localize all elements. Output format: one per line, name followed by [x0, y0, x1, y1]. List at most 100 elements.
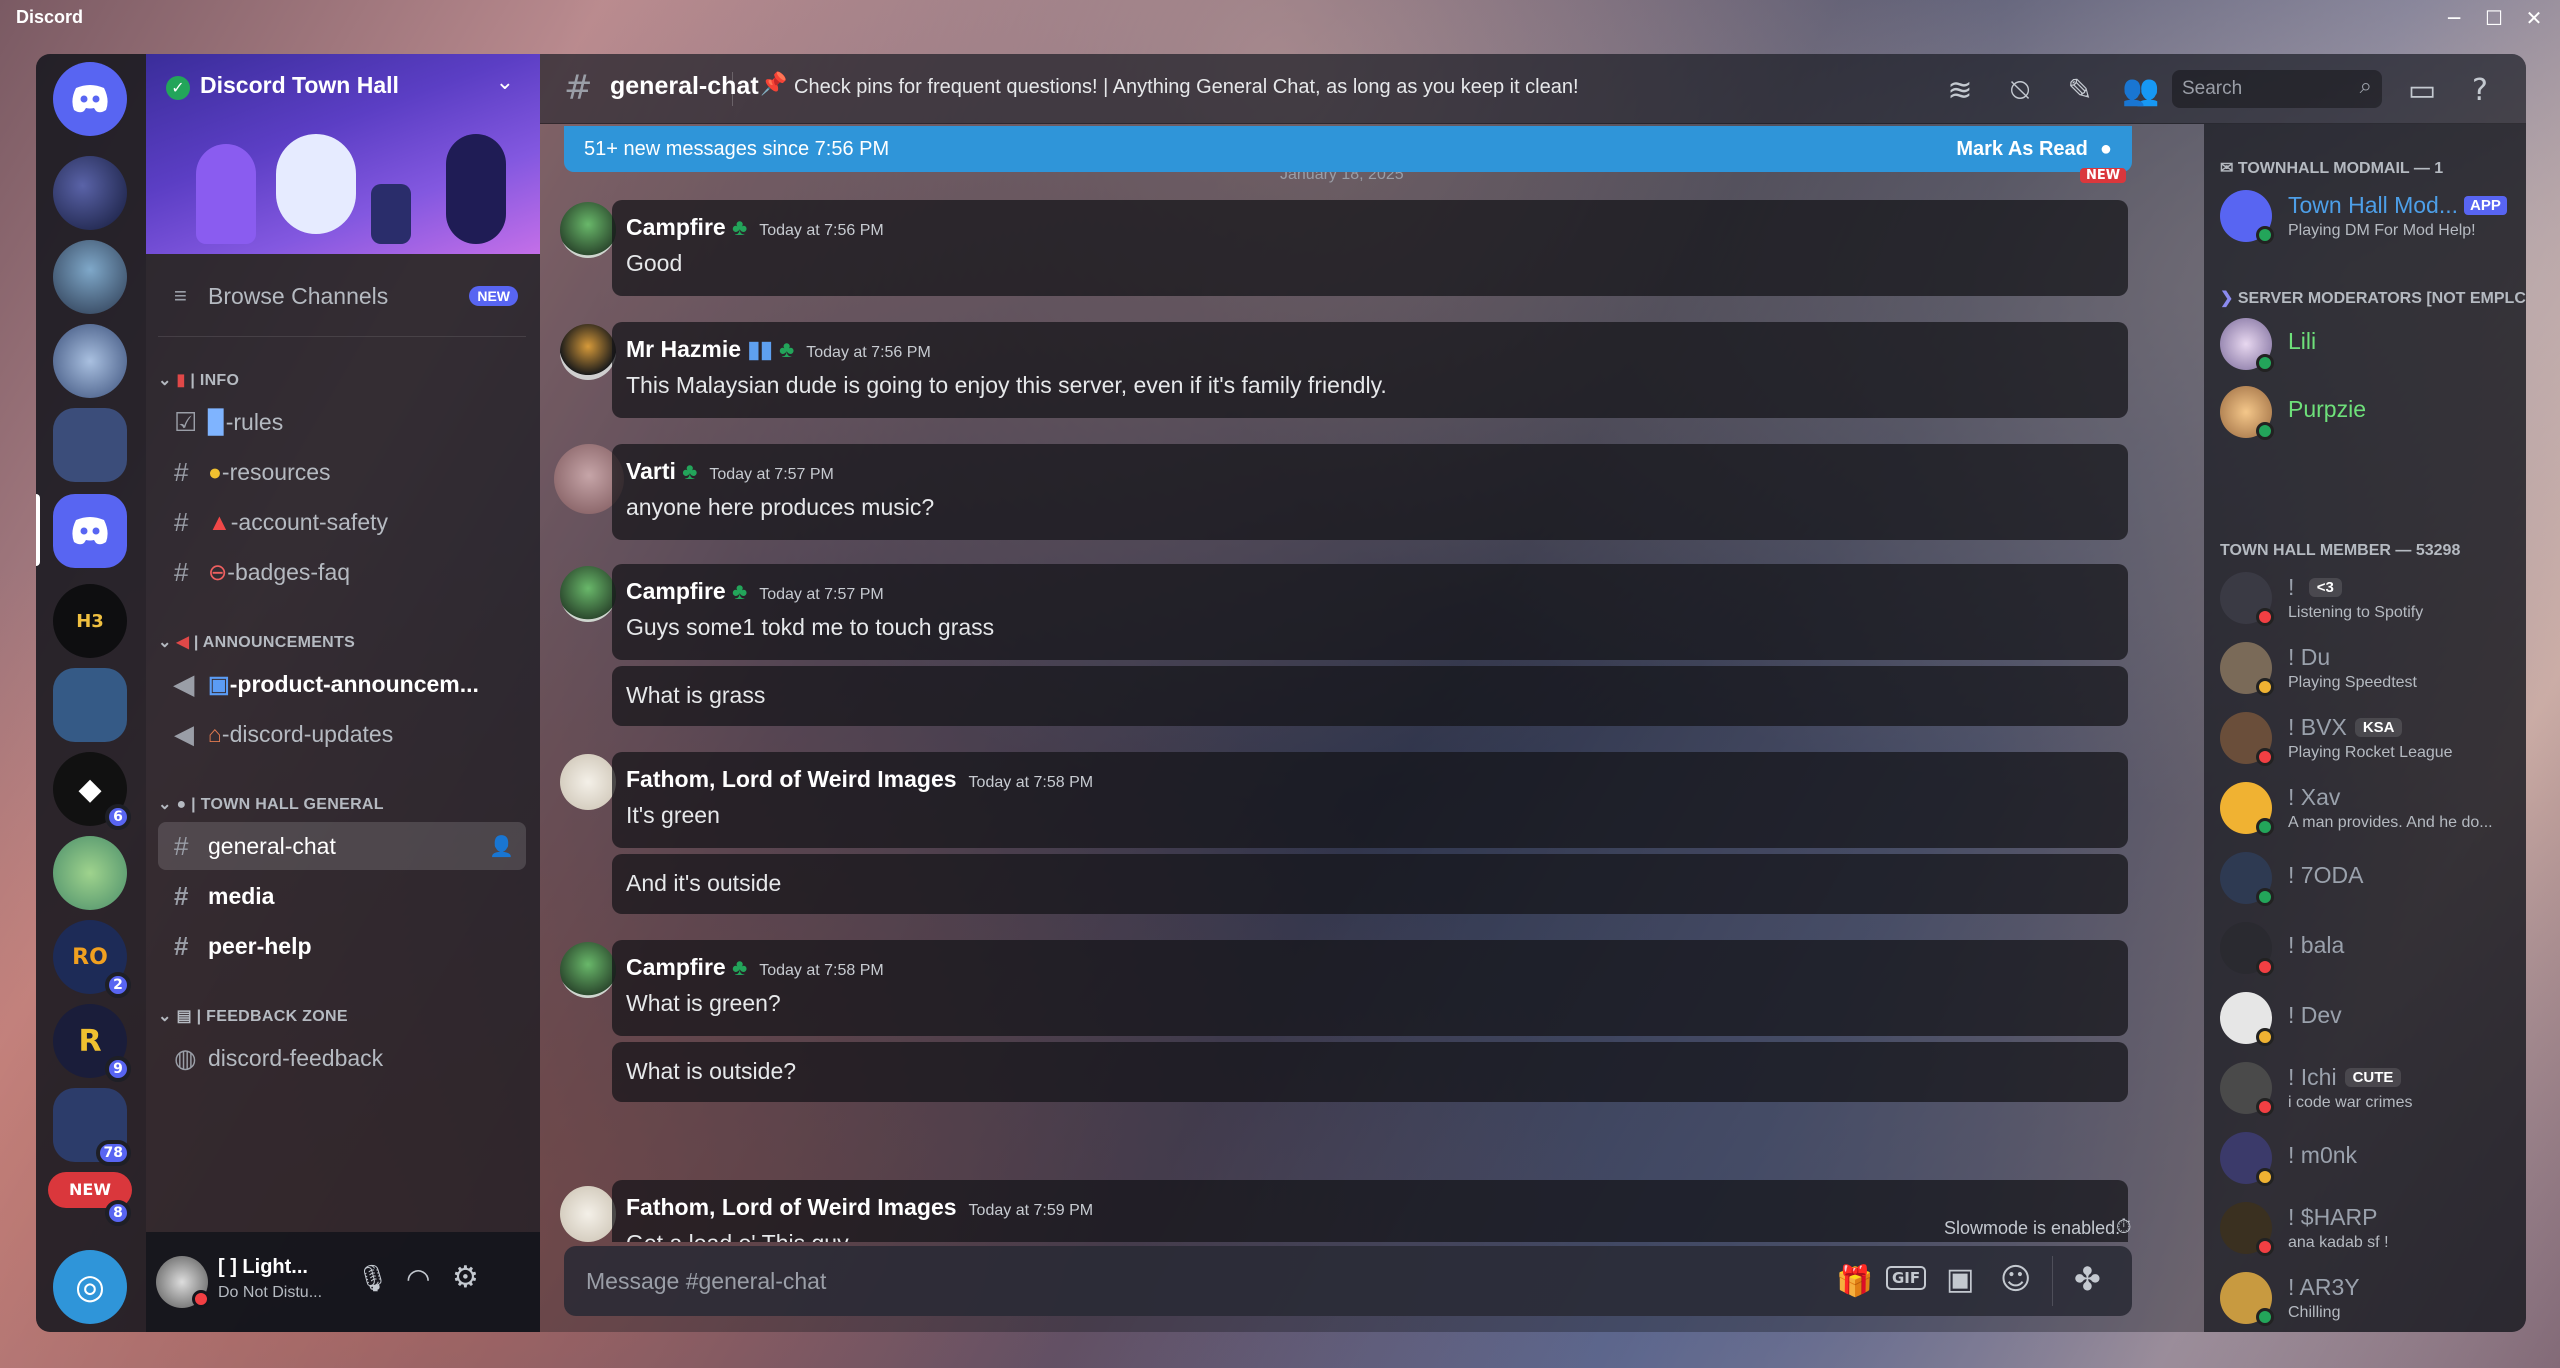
- member-list-icon[interactable]: 👥: [2122, 73, 2159, 109]
- apps-icon[interactable]: ✤: [2074, 1260, 2101, 1298]
- gif-icon[interactable]: GIF: [1886, 1266, 1927, 1290]
- browse-channels-button[interactable]: ≡ Browse Channels NEW: [158, 272, 526, 320]
- message-timestamp: Today at 7:58 PM: [968, 774, 1094, 791]
- help-icon[interactable]: ?: [2462, 73, 2498, 109]
- avatar[interactable]: [560, 566, 616, 622]
- member-item[interactable]: ! <3 Listening to Spotify: [2220, 568, 2520, 630]
- member-item[interactable]: Town Hall Mod... APP Playing DM For Mod H…: [2220, 186, 2520, 248]
- flag-icon: ▮▮: [747, 336, 773, 362]
- minimize-icon[interactable]: ─: [2432, 2, 2476, 34]
- message: What is outside?: [612, 1042, 2128, 1102]
- maximize-icon[interactable]: ☐: [2472, 2, 2516, 34]
- gift-icon[interactable]: 🎁: [1836, 1264, 1873, 1299]
- message-author[interactable]: Fathom, Lord of Weird Images Today at 7:5…: [626, 766, 1093, 793]
- member-item[interactable]: ! AR3Y Chilling: [2220, 1268, 2520, 1330]
- headphones-icon[interactable]: ◠: [406, 1262, 430, 1295]
- member-item[interactable]: Purpzie: [2220, 382, 2520, 444]
- category-info[interactable]: ⌄ ▮ | INFO: [158, 370, 239, 390]
- channel-rules[interactable]: ☑ ▉ -rules: [158, 398, 526, 446]
- channel-discord-feedback[interactable]: ◍ discord-feedback: [158, 1034, 526, 1082]
- channel-product-announcements[interactable]: ◀ ▣ -product-announcem...: [158, 660, 526, 708]
- server-icon[interactable]: RO 2: [53, 920, 131, 998]
- server-folder[interactable]: [53, 668, 127, 742]
- category-town-hall-general[interactable]: ⌄ ● | TOWN HALL GENERAL: [158, 794, 384, 814]
- message-author[interactable]: Campfire ♣ Today at 7:56 PM: [626, 214, 884, 241]
- channel-badges-faq[interactable]: # ⊖ -badges-faq: [158, 548, 526, 596]
- member-category: ❯ SERVER MODERATORS [NOT EMPLC: [2220, 288, 2526, 308]
- message-author[interactable]: Campfire ♣ Today at 7:57 PM: [626, 578, 884, 605]
- server-discord-town-hall[interactable]: [53, 494, 127, 568]
- gear-icon[interactable]: ⚙: [452, 1260, 479, 1295]
- microphone-icon[interactable]: 🎙: [356, 1264, 389, 1294]
- channel-topic[interactable]: Check pins for frequent questions! | Any…: [794, 76, 1579, 99]
- server-folder[interactable]: [53, 408, 127, 482]
- member-item[interactable]: ! m0nk: [2220, 1128, 2520, 1190]
- channel-media[interactable]: # media: [158, 872, 526, 920]
- inbox-icon[interactable]: ▭: [2404, 73, 2440, 109]
- server-name[interactable]: Discord Town Hall: [200, 72, 399, 99]
- member-item[interactable]: ! Dev: [2220, 988, 2520, 1050]
- avatar[interactable]: [560, 324, 616, 380]
- message-author[interactable]: Fathom, Lord of Weird Images Today at 7:5…: [626, 1194, 1093, 1221]
- member-item[interactable]: ! bala: [2220, 918, 2520, 980]
- threads-icon[interactable]: ≋: [1942, 73, 1978, 109]
- add-member-icon[interactable]: 👤: [489, 834, 514, 859]
- avatar[interactable]: [560, 942, 616, 998]
- channel-discord-updates[interactable]: ◀ ⌂ -discord-updates: [158, 710, 526, 758]
- message: Fathom, Lord of Weird Images Today at 7:5…: [612, 752, 2128, 848]
- member-item[interactable]: ! $HARP ana kadab sf !: [2220, 1198, 2520, 1260]
- category-announcements[interactable]: ⌄ ◀ | ANNOUNCEMENTS: [158, 632, 355, 652]
- close-icon[interactable]: ✕: [2512, 2, 2556, 34]
- message-timestamp: Today at 7:59 PM: [968, 1202, 1094, 1219]
- server-icon[interactable]: [53, 836, 127, 910]
- channel-resources[interactable]: # ● -resources: [158, 448, 526, 496]
- direct-messages-button[interactable]: [53, 62, 127, 136]
- avatar[interactable]: [560, 1186, 616, 1242]
- server-folder[interactable]: 78: [53, 1088, 131, 1166]
- category-feedback-zone[interactable]: ⌄ ▤ | FEEDBACK ZONE: [158, 1006, 348, 1026]
- new-badge: NEW: [469, 286, 518, 306]
- member-name: ! 7ODA: [2288, 862, 2363, 889]
- channel-general-chat[interactable]: # general-chat 👤: [158, 822, 526, 870]
- member-item[interactable]: ! Xav A man provides. And he do...: [2220, 778, 2520, 840]
- member-item[interactable]: ! Du Playing Speedtest: [2220, 638, 2520, 700]
- server-icon[interactable]: [53, 240, 127, 314]
- server-icon[interactable]: R9: [53, 1004, 131, 1082]
- chevron-down-icon[interactable]: ⌄: [496, 70, 514, 95]
- browse-icon: ≡: [174, 283, 187, 308]
- message-author[interactable]: Varti ♣ Today at 7:57 PM: [626, 458, 834, 485]
- discover-button[interactable]: ◎: [53, 1250, 127, 1324]
- message-composer[interactable]: Message #general-chat 🎁 GIF ▣ ☺ ✤: [564, 1246, 2132, 1316]
- idle-status-icon: [2256, 1028, 2274, 1046]
- server-icon[interactable]: H3: [53, 584, 127, 658]
- member-name-text: ! $HARP: [2288, 1204, 2378, 1230]
- unread-badge: 8: [105, 1200, 131, 1226]
- mark-as-read-button[interactable]: Mark As Read: [1956, 138, 2088, 161]
- member-item[interactable]: ! 7ODA: [2220, 848, 2520, 910]
- category-label: | TOWN HALL GENERAL: [191, 796, 384, 813]
- unread-badge: 78: [95, 1140, 131, 1166]
- search-input[interactable]: Search ⌕: [2172, 70, 2382, 108]
- notifications-muted-icon[interactable]: ⍉: [2002, 73, 2038, 109]
- server-icon[interactable]: [53, 324, 127, 398]
- server-icon[interactable]: ◆ 6: [53, 752, 131, 830]
- channel-account-safety[interactable]: # ▲ -account-safety: [158, 498, 526, 546]
- channel-peer-help[interactable]: # peer-help: [158, 922, 526, 970]
- message-author[interactable]: Mr Hazmie ▮▮ ♣ Today at 7:56 PM: [626, 336, 931, 363]
- message-author[interactable]: Campfire ♣ Today at 7:58 PM: [626, 954, 884, 981]
- pinned-messages-icon[interactable]: ✎: [2062, 73, 2098, 109]
- avatar[interactable]: [560, 202, 616, 258]
- new-servers-button[interactable]: NEW 8: [48, 1172, 132, 1226]
- category-label: TOWNHALL MODMAIL — 1: [2237, 160, 2444, 177]
- member-item[interactable]: ! BVX KSA Playing Rocket League: [2220, 708, 2520, 770]
- message-input[interactable]: Message #general-chat: [586, 1268, 826, 1295]
- avatar[interactable]: [560, 754, 616, 810]
- new-messages-bar[interactable]: 51+ new messages since 7:56 PM Mark As R…: [564, 126, 2132, 172]
- member-name-text: ! Dev: [2288, 1002, 2342, 1028]
- member-item[interactable]: Lili: [2220, 314, 2520, 376]
- emoji-icon[interactable]: ☺: [2000, 1262, 2031, 1297]
- member-item[interactable]: ! Ichi CUTE i code war crimes: [2220, 1058, 2520, 1120]
- server-icon[interactable]: [53, 156, 127, 230]
- username[interactable]: [ ] Light...: [218, 1256, 308, 1279]
- sticker-icon[interactable]: ▣: [1946, 1262, 1974, 1297]
